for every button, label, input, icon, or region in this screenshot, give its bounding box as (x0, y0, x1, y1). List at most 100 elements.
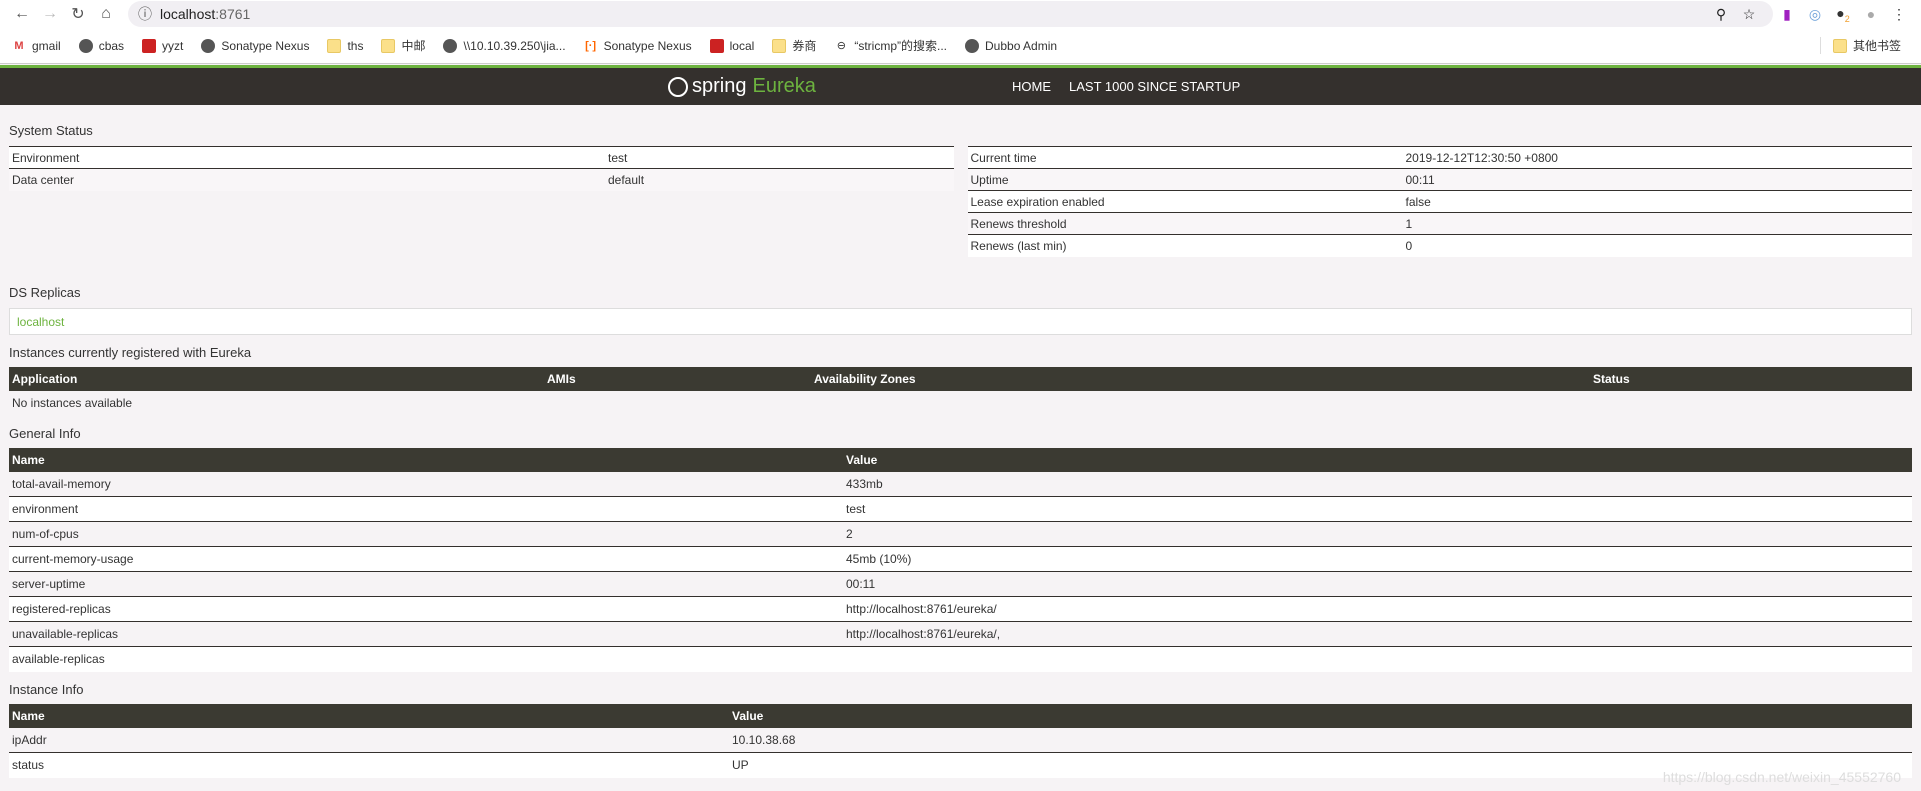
key: Renews (last min) (967, 234, 1403, 257)
menu-icon[interactable]: ⋮ (1885, 6, 1913, 23)
bookmark-label: cbas (98, 38, 125, 53)
value: 2019-12-12T12:30:50 +0800 (1402, 146, 1912, 169)
url-host: localhost (160, 6, 216, 22)
bookmark-nexus[interactable]: Sonatype Nexus (201, 38, 309, 53)
value: 00:11 (1402, 168, 1912, 191)
forward-icon[interactable]: → (36, 5, 64, 23)
col-name: Name (9, 703, 729, 728)
col-name: Name (9, 447, 843, 472)
col-value: Value (729, 703, 1912, 728)
table-row: num-of-cpus 2 (9, 521, 1912, 547)
browser-toolbar: ← → ↻ ⌂ ⓘ localhost:8761 ⚲ ☆ ▮ ◎ ●2 ● ⋮ (0, 0, 1921, 28)
bookmark-cbas[interactable]: cbas (78, 38, 125, 53)
system-status-left: Environment test Data center default (9, 146, 954, 191)
nexus-icon: [·] (585, 39, 597, 52)
name: total-avail-memory (9, 471, 843, 497)
table-row: Environment test (9, 146, 954, 169)
key: Current time (967, 146, 1403, 169)
table-row: environment test (9, 496, 1912, 522)
name: server-uptime (9, 571, 843, 597)
globe-icon (78, 38, 93, 53)
general-info-table: Name Value total-avail-memory 433mb enviro… (9, 447, 1912, 672)
name: registered-replicas (9, 596, 843, 622)
bookmark-label: “stricmp”的搜索... (854, 39, 947, 53)
star-icon[interactable]: ☆ (1735, 6, 1763, 23)
bookmark-yyzt[interactable]: yyzt (142, 38, 183, 53)
bookmarks-bar: Mgmail cbas yyzt Sonatype Nexus ths 中邮 \… (0, 28, 1921, 64)
bookmark-quanshang[interactable]: 券商 (772, 37, 816, 54)
table-row: Data center default (9, 168, 954, 191)
axure-extension-icon[interactable]: ▮ (1773, 6, 1801, 23)
bookmark-label: Sonatype Nexus (603, 38, 692, 53)
col-application: Application (9, 366, 544, 391)
bookmark-stricmp[interactable]: ⊖ “stricmp”的搜索... (834, 37, 947, 54)
system-status-title: System Status (9, 123, 93, 138)
table-row: Renews (last min) 0 (967, 234, 1912, 257)
table-row: registered-replicas http://localhost:8761… (9, 596, 1912, 622)
home-icon[interactable]: ⌂ (92, 5, 120, 23)
bookmark-ths[interactable]: ths (327, 38, 364, 53)
value (843, 646, 1912, 672)
url-port: :8761 (215, 6, 251, 22)
value: 10.10.38.68 (729, 727, 1912, 753)
bookmark-local[interactable]: local (709, 38, 755, 53)
bookmark-label: \\10.10.39.250\jia... (463, 38, 566, 53)
zoom-icon[interactable]: ⚲ (1707, 6, 1735, 23)
table-row: Renews threshold 1 (967, 212, 1912, 235)
bookmark-label: 券商 (792, 39, 817, 53)
address-bar[interactable]: ⓘ localhost:8761 ⚲ ☆ (128, 1, 1773, 27)
value: 1 (1402, 212, 1912, 235)
bookmark-label: ths (347, 38, 364, 53)
value: http://localhost:8761/eureka/ (843, 596, 1912, 622)
table-row: Lease expiration enabled false (967, 190, 1912, 213)
spring-eureka-logo[interactable]: spring Eureka (668, 75, 816, 98)
name: current-memory-usage (9, 546, 843, 572)
back-icon[interactable]: ← (8, 5, 36, 23)
site-icon (709, 38, 724, 53)
bookmark-label: local (729, 38, 755, 53)
col-amis: AMIs (544, 366, 811, 391)
profile-icon[interactable]: ● (1857, 6, 1885, 22)
system-status-right: Current time 2019-12-12T12:30:50 +0800 Up… (967, 146, 1912, 257)
bookmark-dubbo[interactable]: Dubbo Admin (965, 38, 1057, 53)
bookmark-label: gmail (32, 38, 61, 53)
bookmark-nexus-2[interactable]: [·] Sonatype Nexus (584, 39, 692, 53)
table-row: Current time 2019-12-12T12:30:50 +0800 (967, 146, 1912, 169)
value: test (605, 146, 954, 169)
other-bookmarks[interactable]: 其他书签 (1819, 37, 1901, 54)
table-row: current-memory-usage 45mb (10%) (9, 546, 1912, 572)
folder-icon (381, 38, 396, 53)
globe-icon (201, 38, 216, 53)
table-row: total-avail-memory 433mb (9, 471, 1912, 497)
ds-replicas-title: DS Replicas (9, 284, 81, 300)
bookmark-label: 中邮 (401, 39, 426, 53)
nav-home[interactable]: HOME (1012, 79, 1051, 94)
reload-icon[interactable]: ↻ (64, 4, 92, 24)
info-icon: ⓘ (138, 6, 152, 22)
value: test (843, 496, 1912, 522)
table-row: status UP (9, 752, 1912, 778)
bookmark-share[interactable]: \\10.10.39.250\jia... (443, 38, 566, 53)
general-info-title: General Info (9, 425, 81, 441)
eureka-navbar: spring Eureka HOME LAST 1000 SINCE START… (0, 65, 1921, 105)
extension-badge-icon[interactable]: ●2 (1829, 5, 1857, 24)
name: num-of-cpus (9, 521, 843, 547)
col-value: Value (843, 447, 1912, 472)
key: Data center (9, 168, 605, 191)
key: Uptime (967, 168, 1403, 191)
bookmark-gmail[interactable]: Mgmail (12, 38, 61, 53)
folder-icon (772, 38, 787, 53)
extension-icon[interactable]: ◎ (1801, 6, 1829, 23)
logo-spring: spring (692, 75, 747, 97)
value: 433mb (843, 471, 1912, 497)
nav-last-1000[interactable]: LAST 1000 SINCE STARTUP (1069, 79, 1240, 94)
col-zones: Availability Zones (811, 366, 1590, 391)
empty-message: No instances available (12, 396, 133, 410)
key: Renews threshold (967, 212, 1403, 235)
instances-table: Application AMIs Availability Zones Status … (9, 366, 1912, 416)
table-row: available-replicas (9, 646, 1912, 672)
bookmark-zhongyou[interactable]: 中邮 (381, 37, 425, 54)
name: unavailable-replicas (9, 621, 843, 647)
replica-link[interactable]: localhost (17, 315, 64, 329)
replica-localhost[interactable]: localhost (9, 307, 1912, 335)
